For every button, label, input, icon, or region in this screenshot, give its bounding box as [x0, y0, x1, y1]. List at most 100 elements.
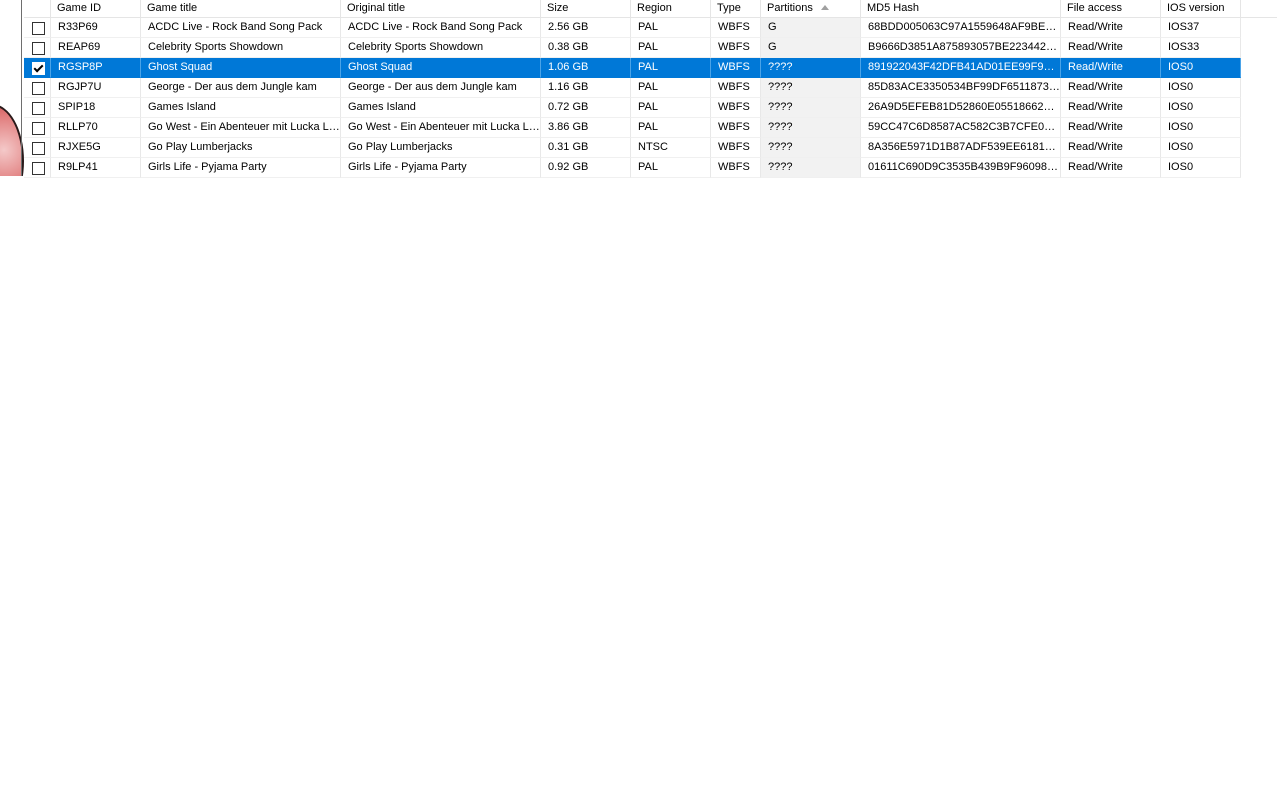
column-header-label: Region — [637, 2, 672, 14]
cell-md5-hash: 891922043F42DFB41AD01EE99F9E… — [861, 58, 1061, 78]
cell-partitions: ???? — [761, 138, 861, 158]
table-row[interactable]: R33P69 ACDC Live - Rock Band Song Pack ACD… — [24, 18, 1277, 38]
cell-game-title: Go Play Lumberjacks — [141, 138, 341, 158]
cell-size: 0.72 GB — [541, 98, 631, 118]
table-row[interactable]: REAP69 Celebrity Sports Showdown Celebrity… — [24, 38, 1277, 58]
cell-region: PAL — [631, 58, 711, 78]
cell-partitions: ???? — [761, 58, 861, 78]
row-check-cell — [24, 98, 51, 118]
column-header-game-id[interactable]: Game ID — [51, 0, 141, 17]
cell-type: WBFS — [711, 98, 761, 118]
cell-game-id: R9LP41 — [51, 158, 141, 178]
cell-game-id: RGJP7U — [51, 78, 141, 98]
cell-type: WBFS — [711, 118, 761, 138]
cell-original-title: Celebrity Sports Showdown — [341, 38, 541, 58]
cell-type: WBFS — [711, 38, 761, 58]
column-header-label: Type — [717, 2, 741, 14]
cell-size: 2.56 GB — [541, 18, 631, 38]
cell-region: PAL — [631, 118, 711, 138]
cell-file-access: Read/Write — [1061, 18, 1161, 38]
cell-partitions: ???? — [761, 118, 861, 138]
cell-partitions: ???? — [761, 98, 861, 118]
cell-region: PAL — [631, 158, 711, 178]
cell-ios-version: IOS0 — [1161, 138, 1241, 158]
cell-original-title: Ghost Squad — [341, 58, 541, 78]
cell-size: 0.38 GB — [541, 38, 631, 58]
column-header-game-title[interactable]: Game title — [141, 0, 341, 17]
row-check-cell — [24, 138, 51, 158]
cell-type: WBFS — [711, 158, 761, 178]
cell-type: WBFS — [711, 58, 761, 78]
column-header-original-title[interactable]: Original title — [341, 0, 541, 17]
cell-md5-hash: 8A356E5971D1B87ADF539EE61819… — [861, 138, 1061, 158]
cell-ios-version: IOS0 — [1161, 98, 1241, 118]
cell-game-title: Girls Life - Pyjama Party — [141, 158, 341, 178]
row-checkbox[interactable] — [32, 102, 45, 115]
cell-region: NTSC — [631, 138, 711, 158]
cell-file-access: Read/Write — [1061, 118, 1161, 138]
grid-header-row: Game ID Game title Original title Size Regio… — [24, 0, 1277, 18]
column-header-label: IOS version — [1167, 2, 1225, 14]
row-checkbox[interactable] — [32, 82, 45, 95]
cell-size: 3.86 GB — [541, 118, 631, 138]
table-row[interactable]: RGSP8P Ghost Squad Ghost Squad 1.06 GB PAL WB… — [24, 58, 1277, 78]
table-row[interactable]: R9LP41 Girls Life - Pyjama Party Girls Lif… — [24, 158, 1277, 178]
table-row[interactable]: RLLP70 Go West - Ein Abenteuer mit Lucka … — [24, 118, 1277, 138]
cell-game-title: Games Island — [141, 98, 341, 118]
sort-ascending-icon — [821, 5, 829, 10]
cell-size: 0.31 GB — [541, 138, 631, 158]
game-list-grid[interactable]: Game ID Game title Original title Size Regio… — [24, 0, 1277, 178]
cell-region: PAL — [631, 18, 711, 38]
column-header-md5-hash[interactable]: MD5 Hash — [861, 0, 1061, 17]
header-check-column[interactable] — [24, 0, 51, 17]
cell-original-title: Go Play Lumberjacks — [341, 138, 541, 158]
row-check-cell — [24, 18, 51, 38]
cell-file-access: Read/Write — [1061, 38, 1161, 58]
column-header-region[interactable]: Region — [631, 0, 711, 17]
cell-original-title: Games Island — [341, 98, 541, 118]
column-header-label: Original title — [347, 2, 406, 14]
cell-size: 1.06 GB — [541, 58, 631, 78]
cell-game-id: SPIP18 — [51, 98, 141, 118]
cell-md5-hash: 85D83ACE3350534BF99DF6511873… — [861, 78, 1061, 98]
table-row[interactable]: SPIP18 Games Island Games Island 0.72 GB PAL… — [24, 98, 1277, 118]
cell-ios-version: IOS37 — [1161, 18, 1241, 38]
cell-size: 1.16 GB — [541, 78, 631, 98]
column-header-label: Game ID — [57, 2, 102, 14]
column-header-label: Size — [547, 2, 569, 14]
cell-file-access: Read/Write — [1061, 98, 1161, 118]
cell-partitions: ???? — [761, 158, 861, 178]
column-header-size[interactable]: Size — [541, 0, 631, 17]
cell-ios-version: IOS0 — [1161, 118, 1241, 138]
row-checkbox[interactable] — [32, 162, 45, 175]
column-header-label: File access — [1067, 2, 1123, 14]
row-checkbox[interactable] — [32, 122, 45, 135]
cell-region: PAL — [631, 38, 711, 58]
cell-game-title: Go West - Ein Abenteuer mit Lucka L… — [141, 118, 341, 138]
cell-file-access: Read/Write — [1061, 158, 1161, 178]
column-header-ios-version[interactable]: IOS version — [1161, 0, 1241, 17]
panel-edge — [21, 0, 22, 176]
cell-original-title: George - Der aus dem Jungle kam — [341, 78, 541, 98]
cell-game-id: REAP69 — [51, 38, 141, 58]
cell-original-title: Girls Life - Pyjama Party — [341, 158, 541, 178]
column-header-partitions[interactable]: Partitions — [761, 0, 861, 17]
table-row[interactable]: RGJP7U George - Der aus dem Jungle kam Geo… — [24, 78, 1277, 98]
cell-game-title: George - Der aus dem Jungle kam — [141, 78, 341, 98]
cell-region: PAL — [631, 78, 711, 98]
row-checkbox[interactable] — [32, 62, 45, 75]
row-checkbox[interactable] — [32, 22, 45, 35]
row-checkbox[interactable] — [32, 42, 45, 55]
row-checkbox[interactable] — [32, 142, 45, 155]
cell-partitions: G — [761, 38, 861, 58]
cell-ios-version: IOS0 — [1161, 158, 1241, 178]
cell-game-id: R33P69 — [51, 18, 141, 38]
cell-ios-version: IOS0 — [1161, 58, 1241, 78]
row-check-cell — [24, 118, 51, 138]
cell-partitions: ???? — [761, 78, 861, 98]
column-header-file-access[interactable]: File access — [1061, 0, 1161, 17]
column-header-type[interactable]: Type — [711, 0, 761, 17]
column-header-label: Partitions — [767, 2, 813, 14]
cell-original-title: ACDC Live - Rock Band Song Pack — [341, 18, 541, 38]
table-row[interactable]: RJXE5G Go Play Lumberjacks Go Play Lumberj… — [24, 138, 1277, 158]
